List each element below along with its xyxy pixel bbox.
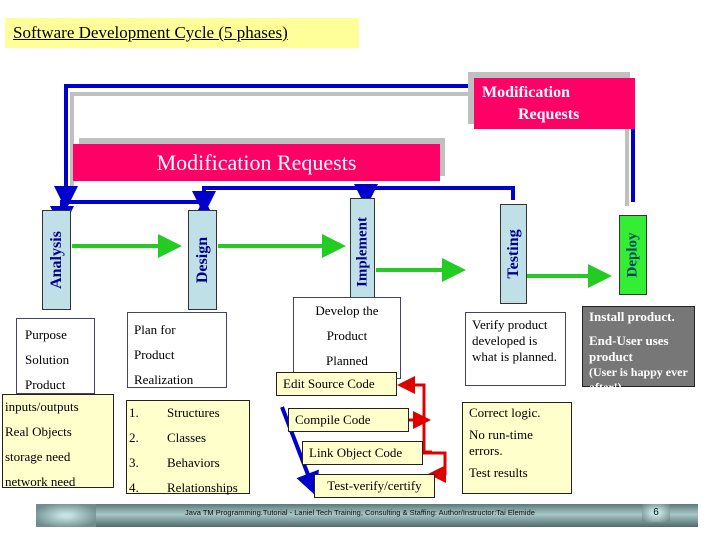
mod-top-line1: Modification bbox=[482, 84, 570, 101]
happy-line: (User is happy ever after!) bbox=[589, 365, 688, 394]
design-structures-box: 1. Structures 2. Classes 3. Behaviors 4. Rel… bbox=[126, 400, 250, 495]
footer-text: Java TM Programming.Tutorial - Laniel Te… bbox=[185, 508, 535, 517]
list-item: No run-time errors. bbox=[469, 427, 533, 458]
step-compile: Compile Code bbox=[288, 408, 409, 432]
design-plan-box: Plan for Product Realization bbox=[127, 312, 227, 388]
list-item: 4. Relationships bbox=[129, 476, 247, 501]
phase-testing: Testing bbox=[500, 204, 527, 304]
list-item: Test results bbox=[469, 465, 528, 480]
phase-label: Testing bbox=[504, 229, 522, 279]
page-title: Software Development Cycle (5 phases) bbox=[5, 18, 359, 48]
item-text: Relationships bbox=[167, 480, 238, 495]
step-test: Test-verify/certify bbox=[314, 474, 435, 498]
item-number: 2. bbox=[129, 430, 139, 445]
mod-top-line2: Requests bbox=[518, 106, 580, 123]
list-item: Product bbox=[326, 328, 368, 343]
step-link: Link Object Code bbox=[302, 441, 423, 465]
phase-analysis: Analysis bbox=[42, 210, 71, 310]
list-item: Product bbox=[134, 347, 175, 362]
testing-results-box: Correct logic. No run-time errors. Test … bbox=[462, 402, 572, 494]
phase-deploy: Deploy bbox=[619, 215, 647, 295]
inner-loop-arrow bbox=[354, 184, 515, 208]
end-user-line: End-User uses product bbox=[589, 333, 669, 364]
item-text: Structures bbox=[167, 405, 220, 420]
list-item: Correct logic. bbox=[469, 405, 541, 420]
list-item: Purpose bbox=[25, 327, 67, 342]
analysis-purpose-box: Purpose Solution Product bbox=[16, 318, 95, 394]
inner-loop-arrow-3 bbox=[50, 200, 206, 230]
list-item: Realization bbox=[134, 372, 194, 387]
item-number: 1. bbox=[129, 405, 139, 420]
list-item: Solution bbox=[25, 352, 70, 367]
testing-verify-box: Verify product developed is what is plan… bbox=[465, 312, 566, 386]
modification-requests-top: Modification Requests bbox=[474, 78, 635, 129]
deploy-install-box: Install product. End-User uses product (… bbox=[582, 306, 695, 394]
loop-link bbox=[422, 420, 432, 454]
list-item: Real Objects bbox=[5, 424, 72, 439]
list-item: network need bbox=[5, 474, 76, 489]
install-line: Install product. bbox=[589, 309, 675, 324]
item-text: Classes bbox=[167, 430, 206, 445]
list-item: 1. Structures bbox=[129, 401, 247, 426]
modification-requests-main: Modification Requests bbox=[73, 144, 440, 181]
list-item: Develop the bbox=[315, 303, 379, 318]
footer-decoration bbox=[36, 504, 96, 527]
item-text: Behaviors bbox=[167, 455, 220, 470]
list-item: 2. Classes bbox=[129, 426, 247, 451]
list-item: 3. Behaviors bbox=[129, 451, 247, 476]
phase-design: Design bbox=[188, 210, 217, 310]
item-number: 4. bbox=[129, 480, 139, 495]
phase-label: Deploy bbox=[624, 232, 641, 278]
phase-label: Design bbox=[193, 236, 211, 284]
page-number: 6 bbox=[642, 504, 670, 522]
loop-link-out bbox=[422, 451, 447, 483]
item-number: 3. bbox=[129, 455, 139, 470]
step-edit-source: Edit Source Code bbox=[276, 372, 397, 396]
inner-loop-arrow-2 bbox=[192, 186, 368, 215]
list-item: Planned bbox=[326, 353, 368, 368]
phase-implement: Implement bbox=[350, 198, 375, 306]
implement-develop-box: Develop the Product Planned bbox=[293, 297, 401, 379]
list-item: inputs/outputs bbox=[5, 399, 79, 414]
list-item: Plan for bbox=[134, 322, 176, 337]
phase-label: Implement bbox=[354, 217, 370, 287]
list-item: storage need bbox=[5, 449, 71, 464]
analysis-inputs-box: inputs/outputs Real Objects storage need… bbox=[2, 394, 114, 489]
phase-label: Analysis bbox=[47, 231, 65, 289]
